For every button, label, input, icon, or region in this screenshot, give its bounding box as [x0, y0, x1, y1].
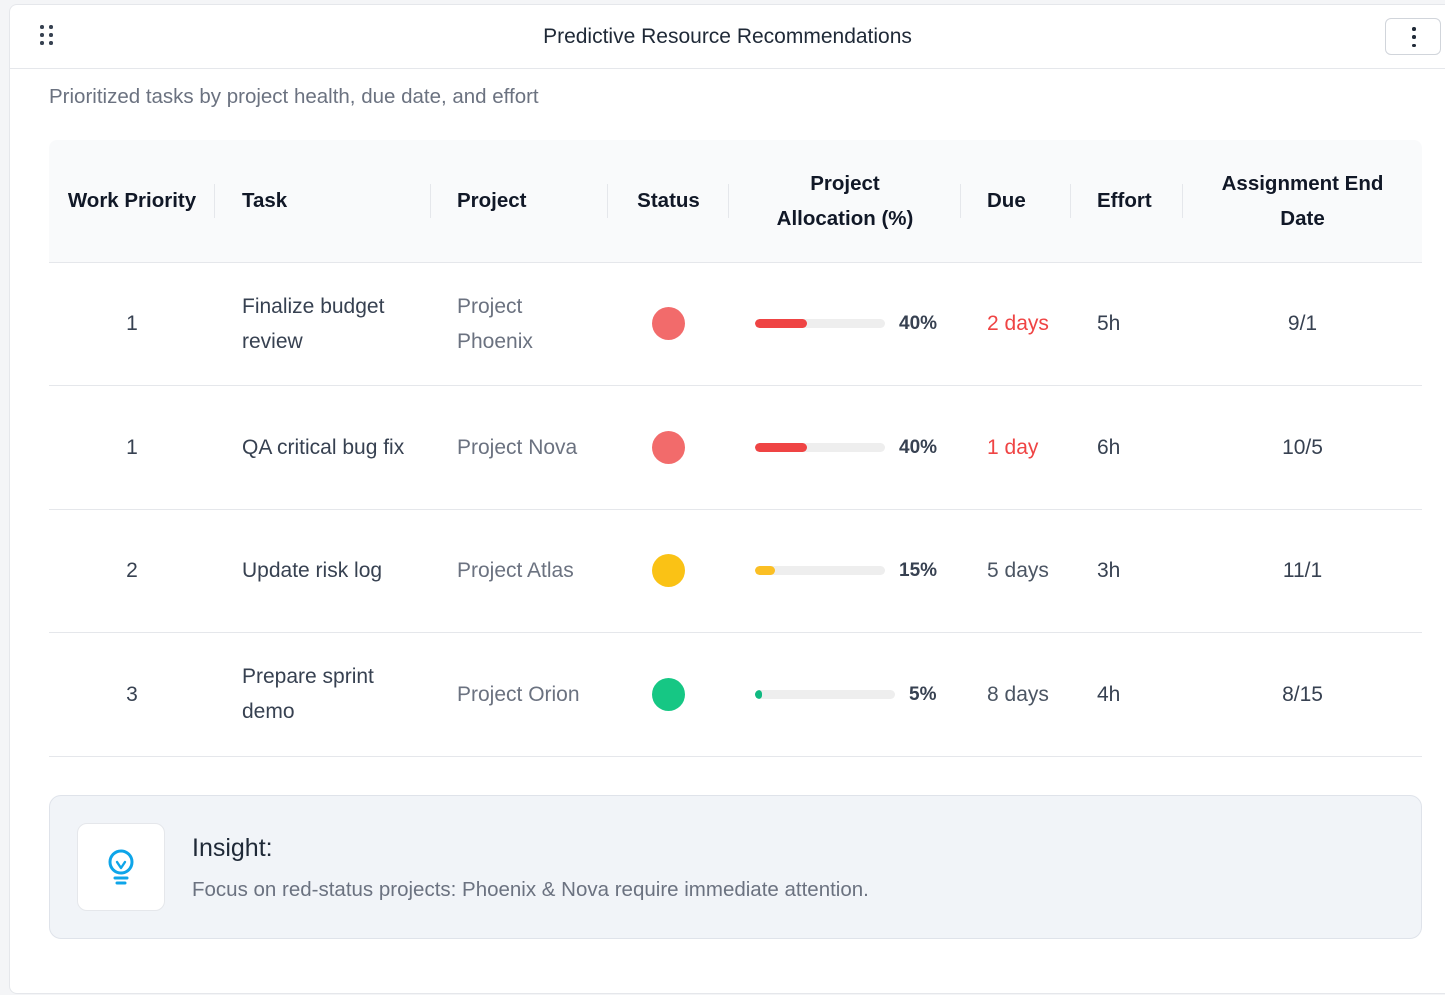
due-cell: 1 day	[961, 385, 1071, 510]
status-cell	[608, 509, 729, 633]
status-indicator-green	[652, 677, 685, 711]
card-header: Predictive Resource Recommendations	[10, 5, 1445, 69]
column-header-project-allocation[interactable]: Project Allocation (%)	[729, 140, 961, 263]
table-body: 1 Finalize budget review Project Phoenix 40…	[49, 262, 1422, 757]
allocation-bar: 15%	[741, 553, 949, 588]
column-header-assignment-end-date[interactable]: Assignment End Date	[1183, 140, 1422, 263]
allocation-fill	[755, 689, 762, 699]
allocation-percent: 5%	[909, 683, 937, 705]
recommendations-table: Work Priority Task Project Status Projec…	[49, 140, 1422, 757]
due-cell: 5 days	[961, 509, 1071, 633]
effort-cell: 6h	[1071, 385, 1183, 510]
status-cell	[608, 262, 729, 386]
due-cell: 2 days	[961, 262, 1071, 386]
allocation-fill	[755, 442, 807, 452]
recommendations-table-wrapper: Work Priority Task Project Status Projec…	[49, 140, 1422, 757]
status-indicator-red	[652, 307, 685, 341]
table-header-row: Work Priority Task Project Status Projec…	[49, 140, 1422, 263]
due-cell: 8 days	[961, 632, 1071, 757]
recommendations-card: Predictive Resource Recommendations Prio…	[9, 4, 1445, 994]
allocation-percent: 40%	[899, 436, 938, 458]
task-cell: Prepare sprint demo	[215, 632, 431, 757]
column-header-work-priority[interactable]: Work Priority	[49, 140, 215, 263]
column-header-due[interactable]: Due	[961, 140, 1071, 263]
insight-text: Focus on red-status projects: Phoenix & …	[192, 878, 869, 901]
column-header-effort[interactable]: Effort	[1071, 140, 1183, 263]
column-header-project[interactable]: Project	[431, 140, 608, 263]
allocation-track	[755, 689, 895, 699]
project-cell: Project Atlas	[431, 509, 608, 633]
effort-cell: 5h	[1071, 262, 1183, 386]
column-header-status[interactable]: Status	[608, 140, 729, 263]
allocation-percent: 15%	[899, 560, 938, 582]
allocation-bar: 40%	[741, 430, 949, 465]
task-cell: QA critical bug fix	[215, 385, 431, 510]
table-row[interactable]: 1 QA critical bug fix Project Nova 40% 1 day…	[49, 385, 1422, 510]
allocation-cell: 5%	[729, 632, 961, 757]
project-cell: Project Phoenix	[431, 262, 608, 386]
allocation-cell: 15%	[729, 509, 961, 633]
allocation-track	[755, 442, 885, 452]
priority-cell: 1	[49, 262, 215, 386]
end-date-cell: 9/1	[1183, 262, 1422, 386]
status-cell	[608, 632, 729, 757]
priority-cell: 2	[49, 509, 215, 633]
allocation-track	[755, 319, 885, 329]
end-date-cell: 8/15	[1183, 632, 1422, 757]
insight-icon-box	[77, 823, 165, 911]
project-cell: Project Nova	[431, 385, 608, 510]
allocation-track	[755, 566, 885, 576]
project-cell: Project Orion	[431, 632, 608, 757]
table-row[interactable]: 3 Prepare sprint demo Project Orion 5% 8 day…	[49, 632, 1422, 757]
insight-label: Insight:	[192, 834, 273, 862]
allocation-cell: 40%	[729, 262, 961, 386]
table-row[interactable]: 1 Finalize budget review Project Phoenix 40…	[49, 262, 1422, 386]
task-cell: Update risk log	[215, 509, 431, 633]
insight-panel: Insight: Focus on red-status projects: P…	[49, 795, 1422, 939]
card-subtitle: Prioritized tasks by project health, due…	[49, 85, 539, 108]
more-vertical-icon	[1412, 27, 1416, 47]
allocation-bar: 5%	[741, 677, 949, 712]
effort-cell: 3h	[1071, 509, 1183, 633]
status-indicator-yellow	[652, 554, 685, 588]
allocation-fill	[755, 319, 807, 329]
lightbulb-icon	[108, 849, 134, 885]
effort-cell: 4h	[1071, 632, 1183, 757]
allocation-fill	[755, 566, 775, 576]
priority-cell: 1	[49, 385, 215, 510]
priority-cell: 3	[49, 632, 215, 757]
column-header-task[interactable]: Task	[215, 140, 431, 263]
allocation-percent: 40%	[899, 313, 938, 335]
more-options-button[interactable]	[1385, 18, 1441, 55]
table-row[interactable]: 2 Update risk log Project Atlas 15% 5 days 3h…	[49, 509, 1422, 633]
status-indicator-red	[652, 430, 685, 464]
end-date-cell: 10/5	[1183, 385, 1422, 510]
allocation-cell: 40%	[729, 385, 961, 510]
card-title: Predictive Resource Recommendations	[543, 25, 912, 48]
task-cell: Finalize budget review	[215, 262, 431, 386]
end-date-cell: 11/1	[1183, 509, 1422, 633]
allocation-bar: 40%	[741, 306, 949, 341]
status-cell	[608, 385, 729, 510]
